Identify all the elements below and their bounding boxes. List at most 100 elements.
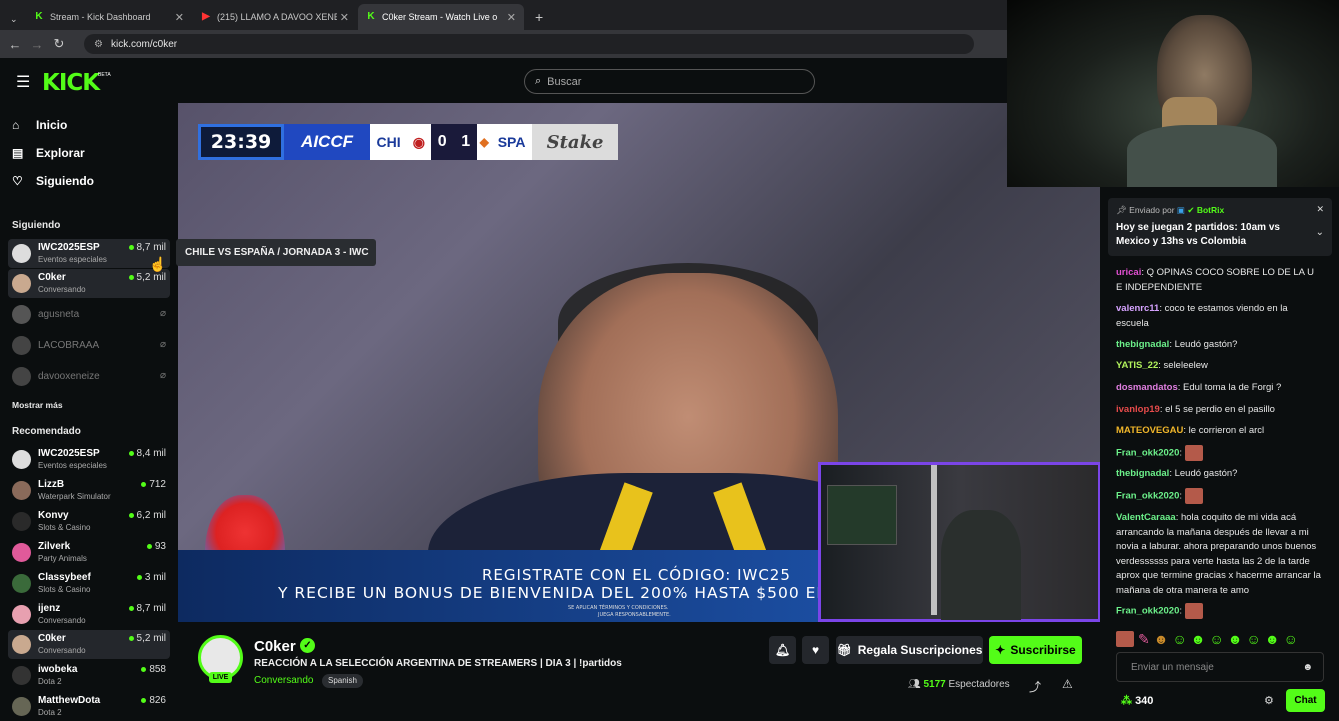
menu-icon[interactable]: ☰	[16, 72, 30, 92]
language-tag[interactable]: Spanish	[322, 674, 363, 688]
pip-person	[941, 510, 1021, 620]
recommended-title: Recomendado	[12, 426, 81, 437]
chat-input[interactable]: Enviar un mensaje ☻	[1116, 652, 1324, 682]
sidebar-item-rec[interactable]: C0ker Conversando 5,2 mil	[8, 630, 170, 659]
new-tab-button[interactable]: +	[527, 4, 549, 30]
report-icon[interactable]: ⚠	[1062, 677, 1073, 691]
sidebar-item-rec[interactable]: Konvy Slots & Casino 6,2 mil	[8, 507, 170, 536]
sidebar-item-rec[interactable]: Zilverk Party Animals 93	[8, 538, 170, 567]
sidebar-item-rec[interactable]: MatthewDota Dota 2 826	[8, 692, 170, 721]
scoreboard: 23:39 AICCF CHI ◉ 0 1 ◆ SPA Stake	[198, 124, 619, 160]
emote-icon[interactable]	[1116, 631, 1134, 647]
score-away: 1	[453, 124, 478, 160]
close-icon[interactable]: ✕	[340, 11, 349, 24]
url-field[interactable]: ⚙ kick.com/c0ker	[84, 34, 974, 54]
unpin-icon[interactable]: ✕	[1316, 204, 1324, 215]
back-icon[interactable]: ←	[4, 37, 26, 52]
channel-points[interactable]: ⁂ 340	[1121, 694, 1153, 707]
live-dot	[136, 574, 142, 580]
emote-icon[interactable]: ☻	[1191, 631, 1206, 648]
emote-icon[interactable]: ☻	[1154, 631, 1169, 648]
kick-logo[interactable]: KICK	[42, 70, 100, 96]
gift-subs-button[interactable]: 🎁︎ Regala Suscripciones	[836, 636, 983, 664]
chat-message: thebignadal: Leudó gastón?	[1116, 339, 1238, 350]
league-logo: AICCF	[284, 124, 370, 160]
viewers-icon: 👥︎	[908, 679, 924, 690]
webcam-shirt	[1127, 125, 1277, 187]
stream-category[interactable]: Conversando	[254, 675, 313, 686]
nav-home[interactable]: ⌂ Inicio	[12, 118, 67, 132]
home-icon: ⌂	[12, 118, 20, 132]
sidebar-item-lacobraaa[interactable]: LACOBRAAA ⌀	[8, 331, 170, 360]
mouse-cursor-icon: ☝	[149, 256, 167, 272]
sidebar-item-c0ker[interactable]: C0ker Conversando 5,2 mil	[8, 269, 170, 298]
chat-message: YATIS_22: seleleelew	[1116, 360, 1208, 371]
beta-badge: BETA	[98, 72, 111, 78]
chat-message: dosmandatos: Edul toma la de Forgi ?	[1116, 382, 1282, 393]
sidebar-item-davooxeneize[interactable]: davooxeneize ⌀	[8, 362, 170, 391]
avatar	[12, 512, 31, 531]
show-more-link[interactable]: Mostrar más	[12, 400, 63, 410]
score-home: 0	[430, 124, 454, 160]
emote-icon[interactable]: ☺	[1284, 631, 1298, 648]
pip-light	[931, 465, 937, 615]
pinned-message[interactable]: 📌︎ Enviado por ▣ ✔ BotRix ✕ Hoy se juega…	[1108, 198, 1332, 256]
chat-message: Fran_okk2020:	[1116, 488, 1322, 504]
tab-youtube[interactable]: ▶ (215) LLAMO A DAVOO XENEIZE ✕	[193, 4, 357, 30]
pip-monitor	[827, 485, 897, 545]
star-icon: ✦	[995, 643, 1006, 657]
notification-bell-icon[interactable]: 🔔︎	[769, 636, 796, 664]
kick-icon: K	[367, 11, 375, 22]
nav-following[interactable]: ♡ Siguiendo	[12, 174, 94, 188]
tab-kick-dashboard[interactable]: K Stream - Kick Dashboard ✕	[26, 4, 192, 30]
live-badge: LIVE	[209, 672, 232, 683]
chevron-down-icon[interactable]: ⌄	[1316, 227, 1324, 238]
emote-icon[interactable]: ☺	[1172, 631, 1186, 648]
emote-icon	[1184, 488, 1203, 504]
channel-name[interactable]: C0ker	[254, 638, 296, 655]
chat-message: MATEOVEGAU: le corrieron el arcl	[1116, 425, 1265, 436]
emote-icon[interactable]: ✎	[1138, 631, 1150, 648]
live-dot	[128, 635, 134, 641]
picture-in-picture-feed	[818, 462, 1101, 622]
tab-search-icon[interactable]: ⌄	[2, 6, 26, 32]
reload-icon[interactable]: ↻	[48, 36, 70, 52]
chat-message: ValentCaraaa: hola coquito de mi vida ac…	[1116, 512, 1321, 596]
emote-icon[interactable]: ☺	[1247, 631, 1261, 648]
close-icon[interactable]: ✕	[175, 11, 184, 24]
sidebar-item-rec[interactable]: Classybeef Slots & Casino 3 mil	[8, 569, 170, 598]
match-clock: 23:39	[198, 124, 285, 160]
search-icon: ⌕	[535, 75, 542, 87]
tab-c0ker-stream[interactable]: K C0ker Stream - Watch Live o ✕	[358, 4, 524, 30]
avatar	[12, 605, 31, 624]
follow-heart-icon[interactable]: ♥	[802, 636, 829, 664]
forward-icon[interactable]: →	[26, 37, 48, 52]
sidebar-item-rec[interactable]: IWC2025ESP Eventos especiales 8,4 mil	[8, 445, 170, 474]
avatar	[12, 450, 31, 469]
live-dot	[128, 244, 134, 250]
site-info-icon[interactable]: ⚙	[94, 39, 103, 50]
sidebar-item-rec[interactable]: ijenz Conversando 8,7 mil	[8, 600, 170, 629]
nav-explore[interactable]: ▤ Explorar	[12, 146, 85, 160]
explore-icon: ▤	[12, 146, 24, 160]
gift-icon: 🎁︎	[836, 643, 852, 657]
settings-gear-icon[interactable]: ⚙	[1264, 694, 1274, 707]
emote-icon[interactable]: ☺	[1210, 631, 1224, 648]
close-icon[interactable]: ✕	[507, 11, 516, 24]
subscribe-button[interactable]: ✦ Suscribirse	[989, 636, 1082, 664]
sidebar-item-rec[interactable]: LizzB Waterpark Simulator 712	[8, 476, 170, 505]
live-dot	[141, 666, 147, 672]
sidebar-item-iwc2025esp[interactable]: IWC2025ESP Eventos especiales 8,7 mil	[8, 239, 170, 268]
emoji-icon[interactable]: ☻	[1302, 662, 1313, 673]
emote-icon[interactable]: ☻	[1228, 631, 1243, 648]
avatar	[12, 543, 31, 562]
share-icon[interactable]: ⤴	[1029, 678, 1041, 695]
sidebar-item-agusneta[interactable]: agusneta ⌀	[8, 300, 170, 329]
live-dot	[128, 512, 134, 518]
chat-send-button[interactable]: Chat	[1286, 689, 1325, 712]
sidebar-item-rec[interactable]: iwobeka Dota 2 858	[8, 661, 170, 690]
emote-icon[interactable]: ☻	[1265, 631, 1280, 648]
search-input[interactable]: ⌕ Buscar	[524, 69, 815, 94]
chat-message: ivanlop19: el 5 se perdio en el pasillo	[1116, 404, 1275, 415]
offline-icon: ⌀	[159, 370, 166, 381]
